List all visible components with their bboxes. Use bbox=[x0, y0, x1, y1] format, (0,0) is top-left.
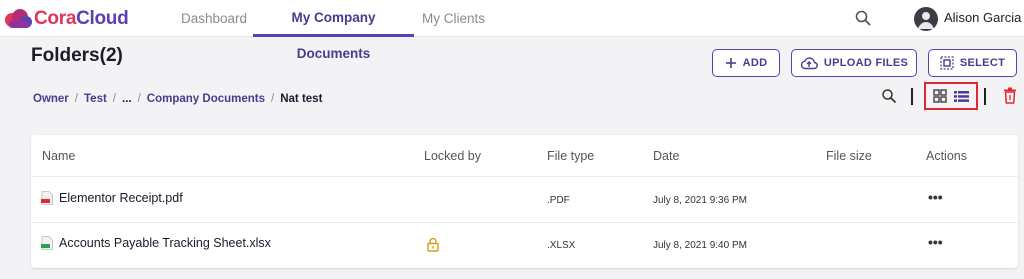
table-header: Name Locked by File type Date File size … bbox=[31, 135, 1018, 177]
column-header-file-size[interactable]: File size bbox=[826, 149, 872, 163]
page-title: Folders(2) bbox=[31, 45, 123, 66]
trash-icon[interactable] bbox=[1003, 87, 1017, 104]
toolbar-divider bbox=[911, 88, 913, 105]
select-all-icon bbox=[940, 56, 954, 70]
breadcrumb-company-documents[interactable]: Company Documents bbox=[147, 93, 265, 105]
lock-icon bbox=[427, 237, 439, 252]
pdf-file-icon bbox=[41, 191, 53, 205]
upload-files-button[interactable]: UPLOAD FILES bbox=[791, 49, 917, 77]
column-header-locked-by[interactable]: Locked by bbox=[424, 149, 481, 163]
breadcrumb-ellipsis[interactable]: ... bbox=[122, 93, 132, 105]
upload-files-button-label: UPLOAD FILES bbox=[823, 57, 909, 69]
files-table: Name Locked by File type Date File size … bbox=[31, 135, 1018, 268]
logo-text: CoraCloud bbox=[34, 8, 129, 29]
table-row[interactable]: Elementor Receipt.pdf .PDF July 8, 2021 … bbox=[31, 178, 1018, 223]
grid-view-icon[interactable] bbox=[933, 89, 947, 103]
file-name[interactable]: Accounts Payable Tracking Sheet.xlsx bbox=[59, 236, 271, 250]
column-header-file-type[interactable]: File type bbox=[547, 149, 594, 163]
table-row[interactable]: Accounts Payable Tracking Sheet.xlsx .XL… bbox=[31, 223, 1018, 268]
toolbar-divider bbox=[984, 88, 986, 105]
breadcrumb-test[interactable]: Test bbox=[84, 93, 107, 105]
user-name[interactable]: Alison Garcia bbox=[944, 10, 1021, 25]
search-icon[interactable] bbox=[854, 9, 872, 27]
breadcrumb: Owner / Test / ... / Company Documents /… bbox=[33, 93, 323, 105]
cloud-logo-icon bbox=[5, 9, 32, 28]
select-button[interactable]: SELECT bbox=[928, 49, 1017, 77]
coracloud-logo[interactable]: CoraCloud bbox=[3, 5, 129, 33]
cloud-upload-icon bbox=[800, 57, 818, 70]
tab-dashboard[interactable]: Dashboard bbox=[181, 0, 247, 37]
file-type: .XLSX bbox=[547, 240, 576, 251]
add-button-label: ADD bbox=[742, 57, 768, 69]
tab-my-company-documents[interactable]: My Company Documents bbox=[253, 0, 414, 61]
file-type: .PDF bbox=[547, 195, 570, 206]
user-avatar[interactable] bbox=[914, 7, 938, 31]
column-header-date[interactable]: Date bbox=[653, 149, 679, 163]
person-icon bbox=[918, 12, 934, 29]
column-header-name[interactable]: Name bbox=[42, 149, 75, 163]
tab-my-clients[interactable]: My Clients bbox=[422, 0, 485, 37]
file-name[interactable]: Elementor Receipt.pdf bbox=[59, 191, 183, 205]
view-toggle bbox=[924, 82, 978, 110]
search-files-icon[interactable] bbox=[881, 88, 897, 104]
breadcrumb-current: Nat test bbox=[280, 93, 323, 105]
xlsx-file-icon bbox=[41, 236, 53, 250]
list-view-icon[interactable] bbox=[953, 90, 969, 103]
select-button-label: SELECT bbox=[959, 57, 1006, 69]
breadcrumb-owner[interactable]: Owner bbox=[33, 93, 69, 105]
file-date: July 8, 2021 9:36 PM bbox=[653, 195, 747, 206]
add-button[interactable]: ADD bbox=[712, 49, 780, 77]
file-date: July 8, 2021 9:40 PM bbox=[653, 240, 747, 251]
column-header-actions: Actions bbox=[926, 149, 967, 163]
top-navigation-bar: CoraCloud Dashboard My Company Documents… bbox=[0, 0, 1024, 61]
more-actions-icon[interactable]: ••• bbox=[928, 234, 943, 250]
more-actions-icon[interactable]: ••• bbox=[928, 189, 943, 205]
plus-icon bbox=[725, 58, 736, 68]
